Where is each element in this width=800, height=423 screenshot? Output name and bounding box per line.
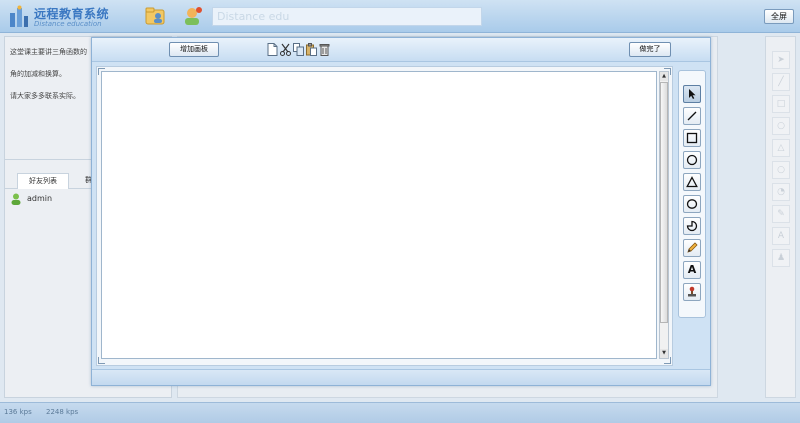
new-page-icon[interactable] <box>267 43 278 56</box>
triangle-icon <box>686 176 698 188</box>
friend-name: admin <box>27 194 53 203</box>
scroll-thumb[interactable] <box>660 82 668 323</box>
line-icon <box>687 111 697 121</box>
vertical-scrollbar[interactable]: ▲ ▼ <box>659 71 669 359</box>
stamp-icon[interactable]: ♟ <box>772 249 790 267</box>
scroll-down-icon[interactable]: ▼ <box>660 349 668 358</box>
circle-tool-button[interactable] <box>683 151 701 169</box>
rectangle-icon[interactable]: □ <box>772 95 790 113</box>
right-tool-panel: ➤ ╱ □ ○ △ ○ ◔ ✎ A ♟ <box>765 36 796 398</box>
tab-friend-list[interactable]: 好友列表 <box>17 173 69 189</box>
ellipse-icon <box>686 199 698 209</box>
canvas-frame: ▲ ▼ <box>96 66 673 366</box>
ellipse-tool-button[interactable] <box>683 195 701 213</box>
triangle-tool-button[interactable] <box>683 173 701 191</box>
delete-icon[interactable] <box>319 43 330 56</box>
pencil-tool-button[interactable] <box>683 239 701 257</box>
logo-mark-icon <box>10 5 28 27</box>
rectangle-icon <box>686 132 698 144</box>
done-button[interactable]: 做完了 <box>629 42 671 57</box>
circle-icon[interactable]: ○ <box>772 117 790 135</box>
ellipse-icon[interactable]: ○ <box>772 161 790 179</box>
logo-subtitle: Distance education <box>34 20 102 28</box>
upload-rate: 136 kps <box>4 408 32 416</box>
scroll-up-icon[interactable]: ▲ <box>660 72 668 81</box>
arc-icon <box>686 220 698 232</box>
user-online-icon <box>11 193 21 205</box>
arc-tool-button[interactable] <box>683 217 701 235</box>
select-tool-button[interactable] <box>683 85 701 103</box>
dialog-bottom-bar <box>92 369 710 385</box>
text-icon: A <box>687 263 697 276</box>
app-logo: 远程教育系统 Distance education <box>6 3 126 31</box>
rectangle-tool-button[interactable] <box>683 129 701 147</box>
paste-icon[interactable] <box>306 43 317 56</box>
top-search-field[interactable]: Distance edu <box>212 7 482 26</box>
arc-icon[interactable]: ◔ <box>772 183 790 201</box>
whiteboard-toolbar: 增加画板 做完了 <box>92 38 710 62</box>
download-rate: 2248 kps <box>46 408 79 416</box>
drawing-tools-panel: A <box>678 70 706 318</box>
copy-icon[interactable] <box>293 43 304 56</box>
whiteboard-dialog: 增加画板 做完了 ▲ ▼ A <box>91 37 711 386</box>
pencil-icon <box>687 242 698 253</box>
text-tool-button[interactable]: A <box>683 261 701 279</box>
line-icon[interactable]: ╱ <box>772 73 790 91</box>
fullscreen-button[interactable]: 全屏 <box>764 9 794 24</box>
cut-icon[interactable] <box>280 43 291 56</box>
pointer-arrow-icon[interactable]: ➤ <box>772 51 790 69</box>
status-bar: 136 kps 2248 kps <box>0 402 800 423</box>
line-tool-button[interactable] <box>683 107 701 125</box>
folder-user-icon[interactable] <box>145 6 167 26</box>
pointer-arrow-icon <box>689 89 696 99</box>
drawing-canvas[interactable] <box>101 71 657 359</box>
text-icon[interactable]: A <box>772 227 790 245</box>
add-board-button[interactable]: 增加画板 <box>169 42 219 57</box>
stamp-icon <box>688 286 696 297</box>
triangle-icon[interactable]: △ <box>772 139 790 157</box>
stamp-tool-button[interactable] <box>683 283 701 301</box>
user-add-icon[interactable] <box>182 6 204 26</box>
circle-icon <box>686 154 698 166</box>
top-bar: 远程教育系统 Distance education Distance edu 全… <box>0 0 800 33</box>
pencil-icon[interactable]: ✎ <box>772 205 790 223</box>
